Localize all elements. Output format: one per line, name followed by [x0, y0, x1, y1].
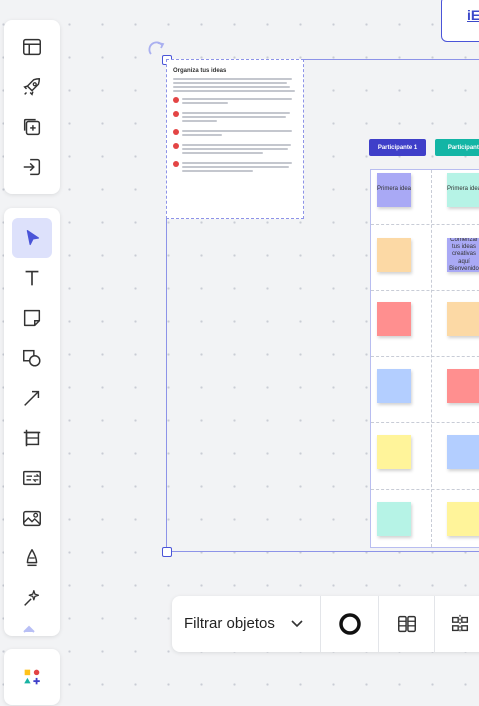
import-button[interactable] — [12, 147, 52, 187]
ideas-grid: Primera idea Primera idea Comenzar tus ide… — [370, 169, 479, 548]
sticky-note-icon — [23, 309, 41, 327]
select-tool[interactable] — [12, 218, 52, 258]
sticky-note[interactable]: Primera idea — [447, 173, 479, 207]
sticky-note[interactable] — [377, 238, 411, 272]
toolbar-group-top — [4, 20, 60, 194]
column-header[interactable]: Participante — [435, 139, 479, 156]
sticky-note[interactable]: Primera idea — [377, 173, 411, 207]
grid-divider — [371, 422, 479, 423]
scroll-up-icon[interactable] — [22, 624, 36, 634]
grid-divider — [431, 170, 432, 547]
toolbar-group-tools — [4, 208, 60, 636]
rocket-icon — [23, 78, 41, 96]
grid-divider — [371, 290, 479, 291]
more-shapes-button[interactable] — [12, 657, 52, 697]
grid-divider — [371, 489, 479, 490]
shapes-icon — [23, 349, 41, 367]
arrow-icon — [24, 390, 40, 406]
toolbar-divider — [434, 596, 435, 652]
add-frame-button[interactable] — [12, 107, 52, 147]
text-icon — [25, 270, 39, 286]
instructions-card[interactable]: Organiza tus ideas — [166, 59, 304, 219]
magic-icon — [24, 590, 40, 606]
instructions-step — [173, 96, 297, 106]
grid-divider — [371, 356, 479, 357]
instructions-step — [173, 142, 297, 156]
text-tool[interactable] — [12, 258, 52, 298]
frame-icon — [23, 429, 41, 447]
frame-tool[interactable] — [12, 418, 52, 458]
instructions-title: Organiza tus ideas — [173, 68, 227, 74]
instructions-step — [173, 128, 297, 138]
top-right-button[interactable]: iE — [441, 0, 479, 42]
grid-divider — [371, 224, 479, 225]
column-header[interactable]: Participante 1 — [369, 139, 426, 156]
more-shapes-icon — [24, 669, 40, 685]
image-tool[interactable] — [12, 498, 52, 538]
toolbar-group-bottom — [4, 649, 60, 705]
align-icon — [451, 614, 469, 634]
resize-handle-bottom-left[interactable] — [162, 547, 172, 557]
image-icon — [23, 510, 41, 527]
toolbar-divider — [320, 596, 321, 652]
grid-layout-button[interactable] — [395, 612, 419, 636]
sticky-note[interactable] — [447, 369, 479, 403]
sticky-note[interactable] — [447, 435, 479, 469]
sticky-note[interactable] — [377, 302, 411, 336]
sticky-note-tool[interactable] — [12, 298, 52, 338]
sticky-note[interactable]: Comenzar tus ideas creativas aquí Bienve… — [447, 238, 479, 272]
magic-tool[interactable] — [12, 578, 52, 618]
circle-style-button[interactable] — [338, 612, 362, 636]
instructions-step — [173, 110, 297, 124]
sticky-note[interactable] — [447, 302, 479, 336]
instructions-intro — [173, 78, 297, 92]
pen-icon — [26, 549, 38, 567]
sticky-note[interactable] — [447, 502, 479, 536]
instructions-step — [173, 160, 297, 174]
layout-button[interactable] — [12, 27, 52, 67]
import-icon — [23, 158, 41, 176]
shapes-tool[interactable] — [12, 338, 52, 378]
bottom-toolbar: Filtrar objetos — [172, 596, 479, 652]
launch-button[interactable] — [12, 67, 52, 107]
arrow-tool[interactable] — [12, 378, 52, 418]
grid-layout-icon — [398, 615, 416, 633]
circle-icon — [339, 613, 361, 635]
layout-icon — [23, 38, 41, 56]
filter-objects-dropdown[interactable]: Filtrar objetos — [184, 615, 275, 632]
pen-tool[interactable] — [12, 538, 52, 578]
sticky-note[interactable] — [377, 502, 411, 536]
sticky-note[interactable] — [377, 369, 411, 403]
add-frame-icon — [23, 118, 41, 136]
toolbar-divider — [378, 596, 379, 652]
sticky-note[interactable] — [377, 435, 411, 469]
card-tool[interactable] — [12, 458, 52, 498]
select-cursor-icon — [26, 230, 40, 246]
align-button[interactable] — [448, 612, 472, 636]
card-icon — [23, 470, 41, 486]
chevron-down-icon[interactable] — [290, 618, 304, 630]
